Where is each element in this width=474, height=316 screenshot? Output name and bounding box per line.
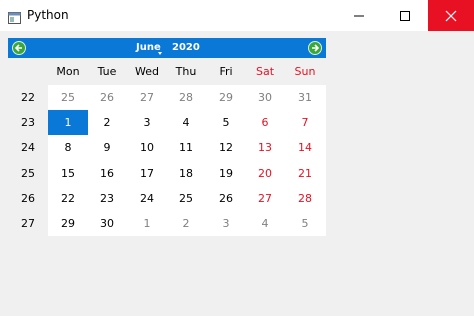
- day-cell[interactable]: 4: [245, 211, 285, 236]
- arrow-right-icon: [312, 44, 320, 52]
- day-cell[interactable]: 31: [285, 85, 325, 110]
- day-cell[interactable]: 8: [48, 135, 88, 160]
- minimize-icon: [354, 15, 364, 17]
- day-cell[interactable]: 3: [206, 211, 246, 236]
- day-cell[interactable]: 28: [285, 186, 325, 211]
- day-cell[interactable]: 25: [48, 85, 88, 110]
- close-icon: [445, 10, 457, 22]
- window-title: Python: [27, 8, 69, 22]
- calendar-grid: Mon Tue Wed Thu Fri Sat Sun 22 25 26 27 28 29 30 31 23 1…: [8, 58, 326, 236]
- week-number: 22: [21, 91, 35, 104]
- day-cell[interactable]: 2: [166, 211, 206, 236]
- day-cell[interactable]: 30: [87, 211, 127, 236]
- day-cell[interactable]: 9: [87, 135, 127, 160]
- day-cell[interactable]: 20: [245, 161, 285, 186]
- title-bar: Python: [0, 0, 474, 31]
- week-number: 26: [21, 192, 35, 205]
- weekday-header: Sun: [294, 65, 316, 78]
- day-cell[interactable]: 6: [245, 110, 285, 135]
- day-cell[interactable]: 4: [166, 110, 206, 135]
- minimize-button[interactable]: [336, 0, 382, 31]
- day-cell[interactable]: 28: [166, 85, 206, 110]
- weekday-header: Wed: [135, 65, 159, 78]
- day-cell[interactable]: 27: [245, 186, 285, 211]
- app-icon: [8, 9, 21, 24]
- day-cell[interactable]: 7: [285, 110, 325, 135]
- day-cell[interactable]: 26: [206, 186, 246, 211]
- day-cell[interactable]: 21: [285, 161, 325, 186]
- day-cell[interactable]: 24: [127, 186, 167, 211]
- maximize-button[interactable]: [382, 0, 428, 31]
- month-dropdown-icon: [158, 52, 162, 55]
- week-number: 23: [21, 116, 35, 129]
- day-cell[interactable]: 29: [206, 85, 246, 110]
- arrow-left-icon: [14, 44, 22, 52]
- calendar-widget: June 2020 Mon Tue Wed Thu Fri Sat Sun 22 25 26 27 2…: [8, 38, 326, 236]
- day-cell-selected[interactable]: 1: [48, 110, 88, 135]
- week-number: 24: [21, 141, 35, 154]
- day-cell[interactable]: 30: [245, 85, 285, 110]
- weekday-header: Fri: [219, 65, 233, 78]
- day-cell[interactable]: 5: [206, 110, 246, 135]
- day-cell[interactable]: 19: [206, 161, 246, 186]
- prev-month-button[interactable]: [12, 41, 26, 55]
- day-cell[interactable]: 5: [285, 211, 325, 236]
- weekday-header: Sat: [255, 65, 275, 78]
- calendar-navigation-bar: June 2020: [8, 38, 326, 58]
- week-number: 25: [21, 167, 35, 180]
- day-cell[interactable]: 22: [48, 186, 88, 211]
- day-cell[interactable]: 12: [206, 135, 246, 160]
- day-cell[interactable]: 15: [48, 161, 88, 186]
- day-cell[interactable]: 3: [127, 110, 167, 135]
- day-cell[interactable]: 14: [285, 135, 325, 160]
- day-cell[interactable]: 16: [87, 161, 127, 186]
- weekday-header: Mon: [56, 65, 80, 78]
- weekday-header: Tue: [97, 65, 117, 78]
- day-cell[interactable]: 29: [48, 211, 88, 236]
- week-number: 27: [21, 217, 35, 230]
- close-button[interactable]: [428, 0, 474, 31]
- day-cell[interactable]: 1: [127, 211, 167, 236]
- day-cell[interactable]: 23: [87, 186, 127, 211]
- day-cell[interactable]: 11: [166, 135, 206, 160]
- next-month-button[interactable]: [308, 41, 322, 55]
- day-cell[interactable]: 25: [166, 186, 206, 211]
- maximize-icon: [400, 11, 410, 21]
- day-cell[interactable]: 2: [87, 110, 127, 135]
- day-cell[interactable]: 10: [127, 135, 167, 160]
- day-cell[interactable]: 18: [166, 161, 206, 186]
- day-cell[interactable]: 27: [127, 85, 167, 110]
- year-selector[interactable]: 2020: [172, 41, 200, 55]
- day-cell[interactable]: 17: [127, 161, 167, 186]
- day-cell[interactable]: 13: [245, 135, 285, 160]
- day-cell[interactable]: 26: [87, 85, 127, 110]
- weekday-header: Thu: [175, 65, 197, 78]
